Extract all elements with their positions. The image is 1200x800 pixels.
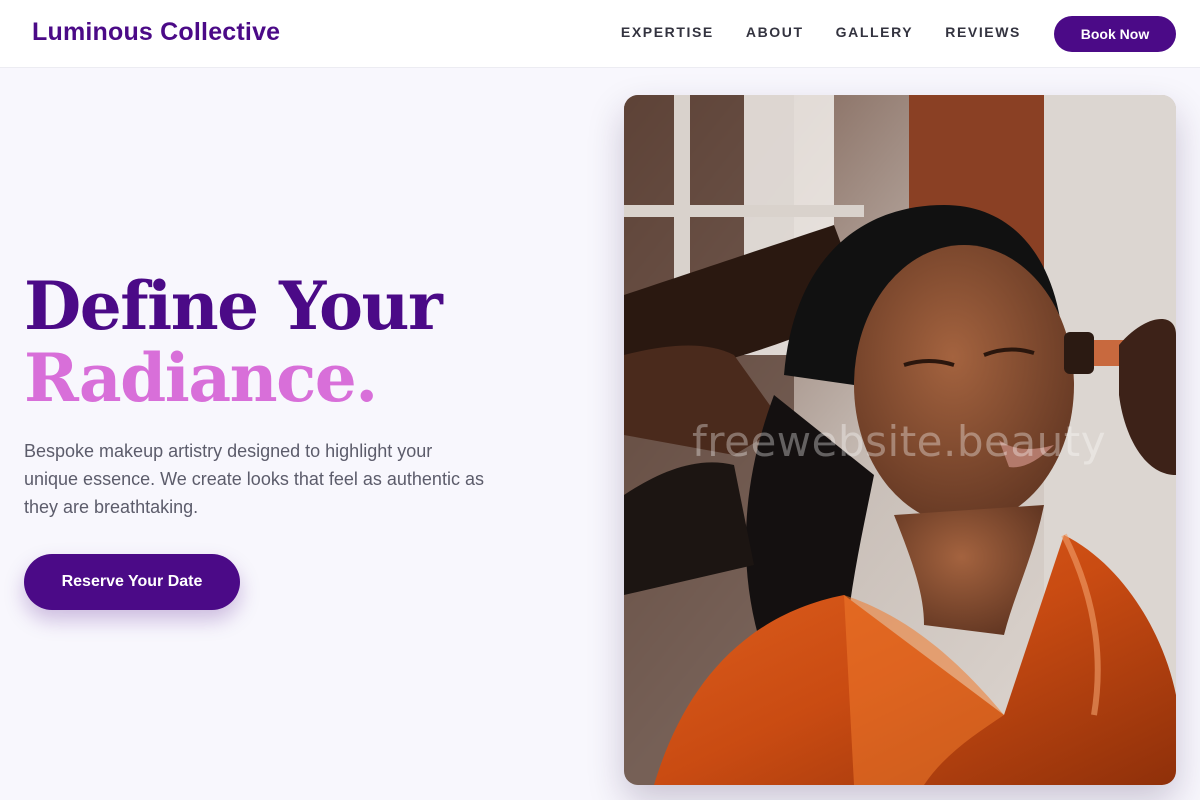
nav-link-gallery[interactable]: GALLERY: [836, 24, 914, 40]
book-now-button[interactable]: Book Now: [1054, 16, 1176, 52]
brand-logo[interactable]: Luminous Collective: [32, 18, 280, 47]
nav-link-expertise[interactable]: EXPERTISE: [621, 24, 714, 40]
hero-photo: freewebsite.beauty: [624, 95, 1176, 785]
hero-title-line-1: Define Your: [24, 267, 443, 345]
hero-title-line-2: Radiance.: [24, 339, 378, 417]
main-nav: EXPERTISE ABOUT GALLERY REVIEWS: [621, 24, 1021, 40]
reserve-date-button[interactable]: Reserve Your Date: [24, 554, 240, 610]
hero-description: Bespoke makeup artistry designed to high…: [24, 441, 484, 517]
photo-watermark: freewebsite.beauty: [692, 417, 1107, 466]
nav-link-about[interactable]: ABOUT: [746, 24, 804, 40]
site-header: Luminous Collective EXPERTISE ABOUT GALL…: [0, 0, 1200, 68]
nav-link-reviews[interactable]: REVIEWS: [945, 24, 1021, 40]
hero-title: Define Your Radiance.: [24, 267, 443, 417]
